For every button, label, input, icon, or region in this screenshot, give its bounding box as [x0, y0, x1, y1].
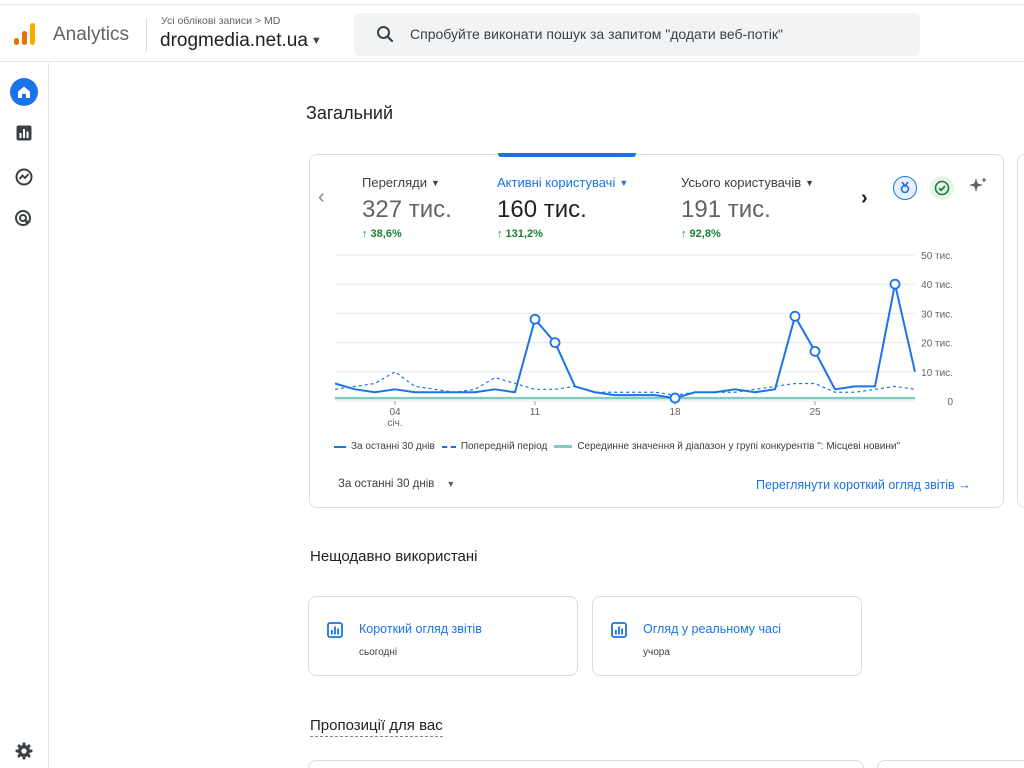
page-title: Загальний — [306, 103, 393, 123]
date-range-selector[interactable]: За останні 30 днів ▼ — [338, 478, 455, 490]
y-tick-label: 40 тис. — [921, 280, 953, 291]
dropdown-arrow-icon: ▼ — [805, 178, 815, 188]
next-card-edge — [1017, 154, 1024, 508]
search-icon — [377, 26, 394, 43]
nav-reports[interactable] — [9, 118, 39, 148]
legend-item[interactable]: За останні 30 днів — [334, 441, 435, 452]
date-range-label: За останні 30 днів — [338, 478, 435, 490]
explore-icon — [15, 168, 33, 186]
reports-icon — [611, 622, 627, 638]
x-tick-label: 04 — [389, 407, 401, 418]
next-metrics-chevron-icon[interactable]: › — [861, 188, 868, 208]
suggestion-card[interactable] — [877, 760, 1024, 768]
x-tick-label: 18 — [669, 407, 681, 418]
dropdown-arrow-icon: ▼ — [430, 178, 440, 188]
metric-value: 191 тис. — [681, 196, 771, 223]
nav-explore[interactable] — [9, 162, 39, 192]
home-icon — [10, 78, 38, 106]
metric-value: 160 тис. — [497, 196, 587, 223]
check-circle-icon[interactable] — [930, 176, 954, 200]
legend-label: Серединне значення й діапазон у групі ко… — [577, 441, 901, 452]
reports-icon — [16, 125, 32, 141]
recent-item-realtime[interactable]: Огляд у реальному часі учора — [592, 596, 862, 676]
active-metric-indicator — [498, 153, 636, 157]
browser-edge-divider — [0, 4, 1024, 5]
y-tick-label: 10 тис. — [921, 368, 953, 379]
recent-item-time: учора — [643, 647, 670, 658]
recent-item-title: Огляд у реальному часі — [643, 622, 782, 636]
arrow-right-icon: → — [958, 478, 971, 492]
insights-icon[interactable] — [893, 176, 917, 200]
header-divider — [146, 18, 147, 52]
analytics-logo-icon[interactable] — [12, 21, 38, 47]
data-point — [889, 278, 901, 290]
metric-views[interactable]: Перегляди ▼ 327 тис. ↑ 38,6% — [362, 175, 452, 240]
y-tick-label: 30 тис. — [921, 309, 953, 320]
metric-total-users[interactable]: Усього користувачів ▼ 191 тис. ↑ 92,8% — [681, 175, 814, 240]
nav-home[interactable] — [9, 77, 39, 107]
metric-label: Активні користувачі — [497, 175, 616, 190]
settings-gear-icon — [15, 742, 33, 760]
account-selector[interactable]: drogmedia.net.ua ▼ — [160, 30, 322, 52]
legend-solid-line-icon — [334, 445, 346, 448]
data-point — [549, 337, 561, 348]
search-bar[interactable]: Спробуйте виконати пошук за запитом "дод… — [354, 13, 920, 56]
data-point — [789, 310, 801, 322]
left-navigation — [0, 63, 49, 768]
view-link-label: Переглянути короткий огляд звітів — [756, 478, 955, 492]
legend-label: Попередній період — [460, 441, 548, 452]
nav-advertising[interactable] — [9, 204, 39, 234]
data-point — [529, 313, 541, 325]
metric-label: Перегляди — [362, 175, 427, 190]
metric-value: 327 тис. — [362, 196, 452, 223]
recent-item-reports-snapshot[interactable]: Короткий огляд звітів сьогодні — [308, 596, 578, 676]
legend-dashed-line-icon — [441, 445, 456, 448]
series-current-period-line — [334, 283, 916, 400]
app-name: Analytics — [53, 24, 130, 45]
previous-metrics-chevron-icon[interactable]: ‹ — [318, 187, 325, 207]
x-tick-sublabel: січ. — [387, 418, 402, 429]
suggestions-title[interactable]: Пропозиції для вас — [310, 717, 443, 737]
recently-used-title: Нещодавно використані — [310, 548, 478, 565]
metric-delta: ↑ 131,2% — [497, 228, 543, 240]
y-tick-label: 0 — [947, 397, 953, 408]
active-users-chart: 0 10 тис. 20 тис. 30 тис. 40 тис. 50 тис. 04сі… — [334, 251, 953, 429]
breadcrumb[interactable]: Усі облікові записи > MD — [161, 15, 280, 27]
data-point — [809, 345, 821, 357]
legend-item[interactable]: Серединне значення й діапазон у групі ко… — [554, 441, 900, 452]
advertising-icon — [15, 210, 31, 226]
metric-active-users[interactable]: Активні користувачі ▼ 160 тис. ↑ 131,2% — [497, 175, 628, 240]
suggestion-card[interactable] — [308, 760, 864, 768]
recent-item-time: сьогодні — [359, 647, 398, 658]
metric-delta: ↑ 92,8% — [681, 228, 721, 240]
recent-item-title: Короткий огляд звітів — [359, 622, 482, 636]
legend-item[interactable]: Попередній період — [441, 441, 548, 452]
reports-icon — [327, 622, 343, 638]
legend-band-icon — [554, 445, 573, 448]
metric-delta: ↑ 38,6% — [362, 228, 402, 240]
sparkle-icon[interactable] — [966, 174, 990, 198]
data-point — [669, 392, 681, 404]
view-reports-snapshot-link[interactable]: Переглянути короткий огляд звітів → — [756, 478, 971, 492]
x-tick-label: 25 — [809, 407, 821, 418]
top-app-bar: Analytics Усі облікові записи > MD drogm… — [0, 0, 1024, 62]
chart-legend: За останні 30 днів Попередній період Сер… — [334, 441, 907, 452]
dropdown-arrow-icon: ▼ — [619, 178, 629, 188]
account-name: drogmedia.net.ua — [160, 30, 308, 51]
nav-settings[interactable] — [9, 736, 39, 766]
chevron-down-icon: ▼ — [310, 35, 322, 47]
y-tick-label: 50 тис. — [921, 251, 953, 262]
search-placeholder: Спробуйте виконати пошук за запитом "дод… — [410, 26, 783, 42]
dropdown-arrow-icon: ▼ — [446, 479, 456, 489]
legend-label: За останні 30 днів — [351, 441, 435, 452]
x-tick-label: 11 — [530, 407, 541, 418]
y-tick-label: 20 тис. — [921, 339, 953, 350]
metric-label: Усього користувачів — [681, 175, 802, 190]
